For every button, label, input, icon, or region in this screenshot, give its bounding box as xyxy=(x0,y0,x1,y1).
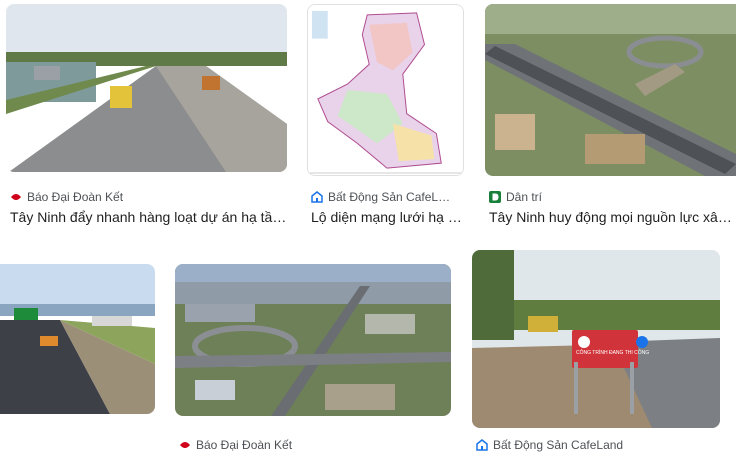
construction-sign-text: CÔNG TRÌNH ĐANG THI CÔNG xyxy=(576,349,649,356)
result-thumbnail-1[interactable] xyxy=(6,4,287,172)
result-source-3[interactable]: Dân trí xyxy=(489,190,542,204)
result-thumbnail-4[interactable] xyxy=(0,264,155,414)
result-source-label-3: Dân trí xyxy=(506,190,543,204)
dai-doan-ket-logo-icon xyxy=(10,191,22,203)
result-thumbnail-2[interactable] xyxy=(307,4,464,176)
result-thumbnail-3[interactable] xyxy=(485,4,736,176)
result-source-2[interactable]: Bất Động Sản CafeLand xyxy=(311,190,456,204)
cafeland-logo-icon xyxy=(311,191,323,203)
result-source-5[interactable]: Báo Đại Đoàn Kết xyxy=(179,438,292,452)
result-source-label-1: Báo Đại Đoàn Kết xyxy=(27,190,124,204)
dan-tri-logo-icon xyxy=(489,191,501,203)
result-title-2[interactable]: Lộ diện mạng lưới hạ tầng giao thông Tây… xyxy=(311,209,464,225)
result-source-label-5: Báo Đại Đoàn Kết xyxy=(196,438,293,452)
result-title-1[interactable]: Tây Ninh đẩy nhanh hàng loạt dự án hạ tầ… xyxy=(10,209,287,225)
result-title-3[interactable]: Tây Ninh huy động mọi nguồn lực xây dựng… xyxy=(489,209,732,225)
cafeland-logo-icon xyxy=(476,439,488,451)
result-source-label-6: Bất Động Sản CafeLand xyxy=(493,438,624,452)
result-thumbnail-6[interactable]: CÔNG TRÌNH ĐANG THI CÔNG xyxy=(472,250,720,428)
dai-doan-ket-logo-icon xyxy=(179,439,191,451)
result-thumbnail-5[interactable] xyxy=(175,264,451,416)
result-source-1[interactable]: Báo Đại Đoàn Kết xyxy=(10,190,123,204)
result-source-6[interactable]: Bất Động Sản CafeLand xyxy=(476,438,623,452)
result-source-label-2: Bất Động Sản CafeLand xyxy=(328,190,456,204)
